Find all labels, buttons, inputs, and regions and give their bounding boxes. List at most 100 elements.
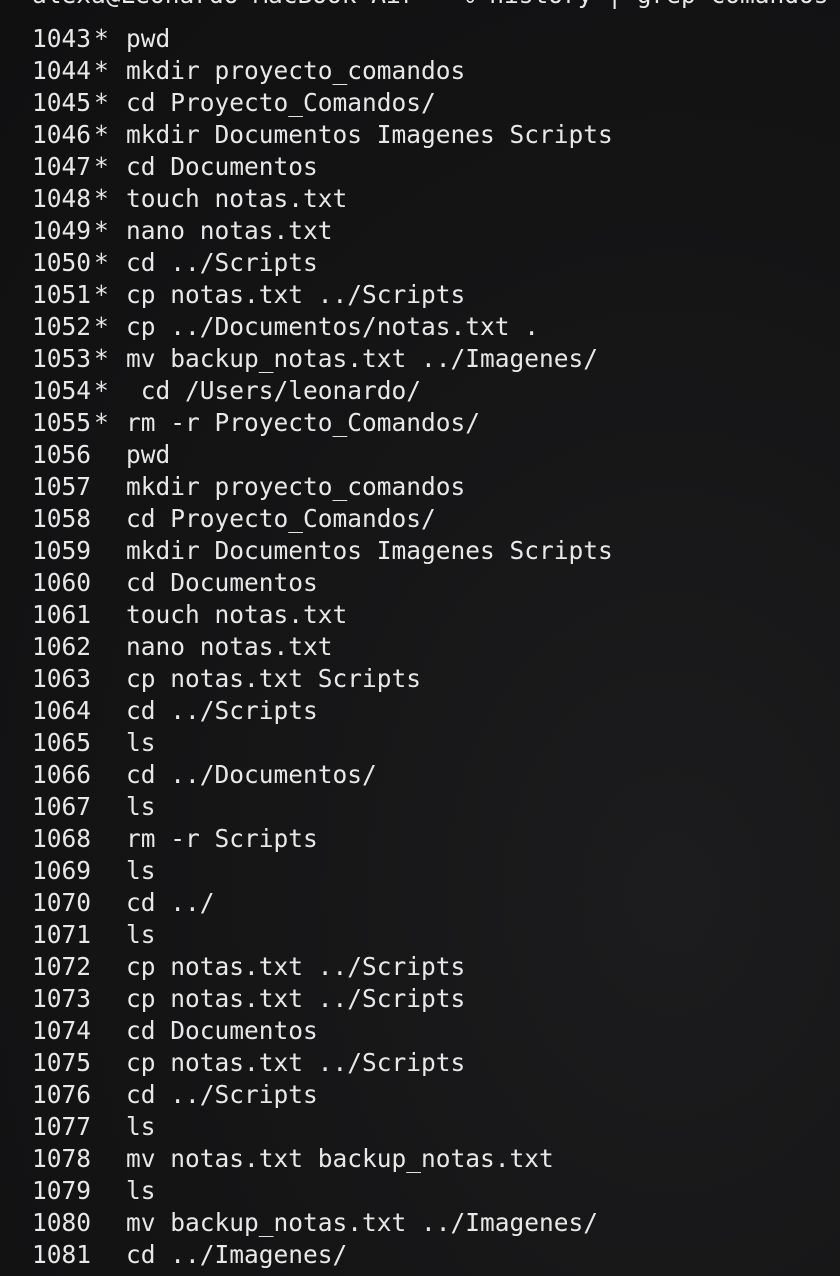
history-modified-marker: *	[94, 24, 109, 53]
history-command: cd ../Scripts	[126, 248, 318, 277]
history-number: 1059	[32, 536, 92, 565]
history-number: 1058	[32, 504, 92, 533]
history-command: mkdir proyecto_comandos	[126, 472, 466, 501]
history-line: 1066 cd ../Documentos/	[32, 759, 613, 791]
history-line: 1076 cd ../Scripts	[32, 1079, 613, 1111]
history-number: 1049	[32, 216, 92, 245]
history-modified-marker	[94, 663, 126, 695]
history-command: cd /Users/leonardo/	[126, 376, 422, 405]
history-number: 1071	[32, 920, 92, 949]
history-line: 1079 ls	[32, 1175, 613, 1207]
history-command: mv backup_notas.txt ../Imagenes/	[126, 344, 599, 373]
history-number: 1057	[32, 472, 92, 501]
history-line: 1075 cp notas.txt ../Scripts	[32, 1047, 613, 1079]
history-number: 1077	[32, 1112, 92, 1141]
history-number: 1074	[32, 1016, 92, 1045]
history-modified-marker	[94, 1079, 126, 1111]
partially-visible-prompt-line: alexa@Leonardo-MacBook-Air ~ % history |…	[32, 0, 829, 11]
history-line: 1057 mkdir proyecto_comandos	[32, 471, 613, 503]
history-command: mkdir Documentos Imagenes Scripts	[126, 536, 613, 565]
history-line: 1058 cd Proyecto_Comandos/	[32, 503, 613, 535]
history-modified-marker	[94, 919, 126, 951]
terminal-window[interactable]: alexa@Leonardo-MacBook-Air ~ % history |…	[0, 0, 840, 1276]
history-line: 1053 * mv backup_notas.txt ../Imagenes/	[32, 343, 613, 375]
history-modified-marker: *	[94, 152, 109, 181]
history-modified-marker	[94, 503, 126, 535]
history-command: cd ../Scripts	[126, 696, 318, 725]
history-line: 1049 * nano notas.txt	[32, 215, 613, 247]
history-command: cd Documentos	[126, 568, 318, 597]
history-number: 1065	[32, 728, 92, 757]
history-line: 1045 * cd Proyecto_Comandos/	[32, 87, 613, 119]
history-command: touch notas.txt	[126, 184, 348, 213]
history-modified-marker	[94, 1047, 126, 1079]
history-line: 1047 * cd Documentos	[32, 151, 613, 183]
history-number: 1054	[32, 376, 92, 405]
history-line: 1074 cd Documentos	[32, 1015, 613, 1047]
history-number: 1063	[32, 664, 92, 693]
history-command: mv notas.txt backup_notas.txt	[126, 1144, 554, 1173]
history-number: 1061	[32, 600, 92, 629]
history-command: cp notas.txt ../Scripts	[126, 952, 466, 981]
history-modified-marker	[94, 759, 126, 791]
history-command: mkdir proyecto_comandos	[126, 56, 466, 85]
history-line: 1068 rm -r Scripts	[32, 823, 613, 855]
history-command: nano notas.txt	[126, 632, 333, 661]
history-number: 1047	[32, 152, 92, 181]
history-number: 1048	[32, 184, 92, 213]
history-command: cp notas.txt ../Scripts	[126, 280, 466, 309]
history-command: cd Proyecto_Comandos/	[126, 88, 436, 117]
history-modified-marker: *	[94, 88, 109, 117]
history-number: 1080	[32, 1208, 92, 1237]
history-number: 1072	[32, 952, 92, 981]
history-command: cd ../Documentos/	[126, 760, 377, 789]
history-command: ls	[126, 920, 156, 949]
history-line: 1067 ls	[32, 791, 613, 823]
history-number: 1045	[32, 88, 92, 117]
history-command: mv backup_notas.txt ../Imagenes/	[126, 1208, 599, 1237]
history-modified-marker	[94, 951, 126, 983]
history-command: cd ../Scripts	[126, 1080, 318, 1109]
history-modified-marker: *	[94, 184, 109, 213]
history-modified-marker	[94, 695, 126, 727]
history-command: cp ../Documentos/notas.txt .	[126, 312, 540, 341]
history-command: mkdir Documentos Imagenes Scripts	[126, 120, 613, 149]
history-line: 1048 * touch notas.txt	[32, 183, 613, 215]
history-line: 1070 cd ../	[32, 887, 613, 919]
history-number: 1075	[32, 1048, 92, 1077]
history-modified-marker	[94, 1015, 126, 1047]
history-number: 1055	[32, 408, 92, 437]
history-line: 1078 mv notas.txt backup_notas.txt	[32, 1143, 613, 1175]
history-line: 1060 cd Documentos	[32, 567, 613, 599]
history-modified-marker	[94, 1111, 126, 1143]
history-line: 1063 cp notas.txt Scripts	[32, 663, 613, 695]
history-command: ls	[126, 792, 156, 821]
history-command: rm -r Scripts	[126, 824, 318, 853]
history-command: cd Documentos	[126, 152, 318, 181]
history-number: 1076	[32, 1080, 92, 1109]
history-modified-marker: *	[94, 56, 109, 85]
history-line: 1043 * pwd	[32, 23, 613, 55]
history-command: cd Documentos	[126, 1016, 318, 1045]
history-line: 1052 * cp ../Documentos/notas.txt .	[32, 311, 613, 343]
history-modified-marker	[94, 439, 126, 471]
history-line: 1080 mv backup_notas.txt ../Imagenes/	[32, 1207, 613, 1239]
history-output: 1043 * pwd 1044 * mkdir proyecto_comandos 1045…	[32, 23, 613, 1271]
history-command: touch notas.txt	[126, 600, 348, 629]
history-number: 1081	[32, 1240, 92, 1269]
history-number: 1068	[32, 824, 92, 853]
history-line: 1059 mkdir Documentos Imagenes Scripts	[32, 535, 613, 567]
history-line: 1064 cd ../Scripts	[32, 695, 613, 727]
history-number: 1043	[32, 24, 92, 53]
history-modified-marker	[94, 823, 126, 855]
history-modified-marker: *	[94, 312, 109, 341]
history-modified-marker: *	[94, 248, 109, 277]
history-line: 1073 cp notas.txt ../Scripts	[32, 983, 613, 1015]
history-number: 1079	[32, 1176, 92, 1205]
history-modified-marker	[94, 791, 126, 823]
history-command: cd ../	[126, 888, 215, 917]
history-command: cp notas.txt ../Scripts	[126, 1048, 466, 1077]
history-number: 1052	[32, 312, 92, 341]
history-line: 1071 ls	[32, 919, 613, 951]
history-line: 1062 nano notas.txt	[32, 631, 613, 663]
